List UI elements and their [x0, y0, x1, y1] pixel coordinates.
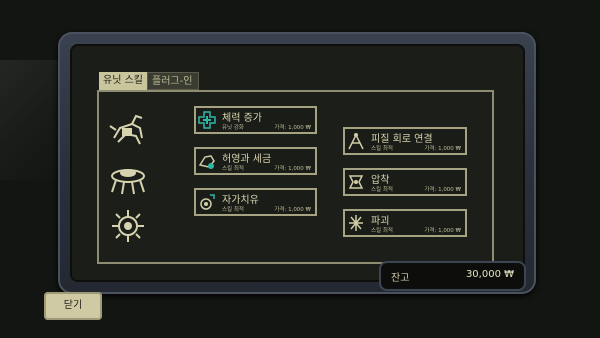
skill-price: 가격: 1,000 ₩: [424, 187, 461, 193]
circuit-icon: [348, 133, 364, 150]
skill-title: 자가치유: [222, 195, 259, 206]
scorpion-mech-icon[interactable]: [106, 108, 150, 152]
balance-display: 잔고 30,000 ₩: [381, 263, 524, 289]
tab-plugins[interactable]: 플러그-인: [147, 72, 199, 90]
skill-title: 피질 회로 연결: [371, 134, 433, 145]
skill-card-vanity-tax[interactable]: 허영과 세금 스킬 최적 가격: 1,000 ₩: [194, 147, 317, 175]
skill-price: 가격: 1,000 ₩: [424, 228, 461, 234]
close-button[interactable]: 닫기: [44, 292, 102, 320]
skill-title: 체력 증가: [222, 113, 262, 124]
fist-coin-icon: [198, 155, 215, 169]
balance-label: 잔고: [391, 273, 410, 284]
skill-card-health-up[interactable]: 체력 증가 유닛 강화 가격: 1,000 ₩: [194, 106, 317, 134]
skill-title: 파괴: [371, 216, 390, 227]
skill-category: 스킬 최적: [222, 207, 244, 213]
skill-card-cortex-link[interactable]: 피질 회로 연결 스킬 최적 가격: 1,000 ₩: [343, 127, 467, 155]
skill-card-self-heal[interactable]: 자가치유 스킬 최적 가격: 1,000 ₩: [194, 188, 317, 216]
skill-category: 스킬 최적: [222, 166, 244, 172]
skill-title: 압착: [371, 175, 390, 186]
repair-gear-icon: [200, 194, 215, 210]
skill-category: 스킬 최적: [371, 228, 393, 234]
balance-value: 30,000 ₩: [465, 269, 514, 280]
skill-price: 가격: 1,000 ₩: [274, 125, 311, 131]
skill-card-crush[interactable]: 압착 스킬 최적 가격: 1,000 ₩: [343, 168, 467, 196]
shatter-icon: [349, 215, 363, 231]
tab-unit-skills[interactable]: 유닛 스킬: [99, 72, 147, 90]
skill-title: 허영과 세금: [222, 154, 272, 165]
skill-category: 유닛 강화: [222, 125, 244, 131]
plus-cross-icon: [198, 111, 216, 129]
crush-icon: [348, 175, 364, 189]
skill-category: 스킬 최적: [371, 187, 393, 193]
skill-price: 가격: 1,000 ₩: [274, 207, 311, 213]
tab-bar: 유닛 스킬 플러그-인: [99, 72, 199, 90]
skill-price: 가격: 1,000 ₩: [424, 146, 461, 152]
skill-price: 가격: 1,000 ₩: [274, 166, 311, 172]
skill-category: 스킬 최적: [371, 146, 393, 152]
skill-card-shatter[interactable]: 파괴 스킬 최적 가격: 1,000 ₩: [343, 209, 467, 237]
saucer-walker-icon[interactable]: [106, 158, 150, 202]
gear-beast-icon[interactable]: [106, 204, 150, 248]
